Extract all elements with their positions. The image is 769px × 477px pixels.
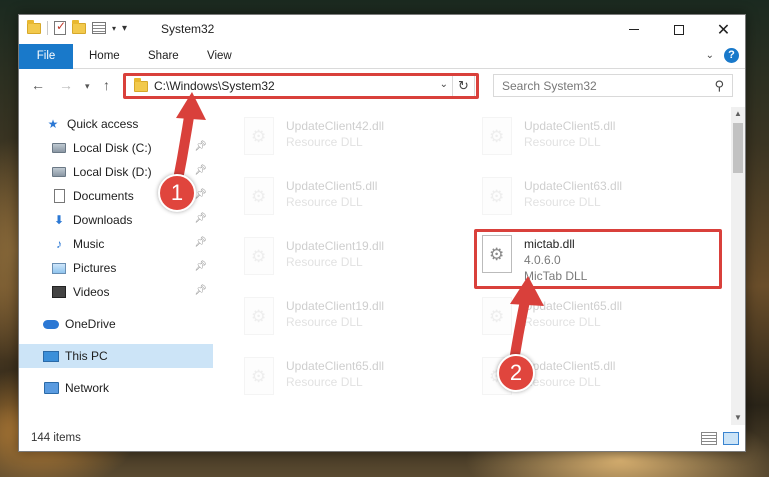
step-marker-2: 2 [497,354,535,392]
arrow-two-head [510,276,544,306]
step-marker-1: 1 [158,174,196,212]
annotation-arrows [171,92,544,379]
arrow-one-head [176,92,206,120]
